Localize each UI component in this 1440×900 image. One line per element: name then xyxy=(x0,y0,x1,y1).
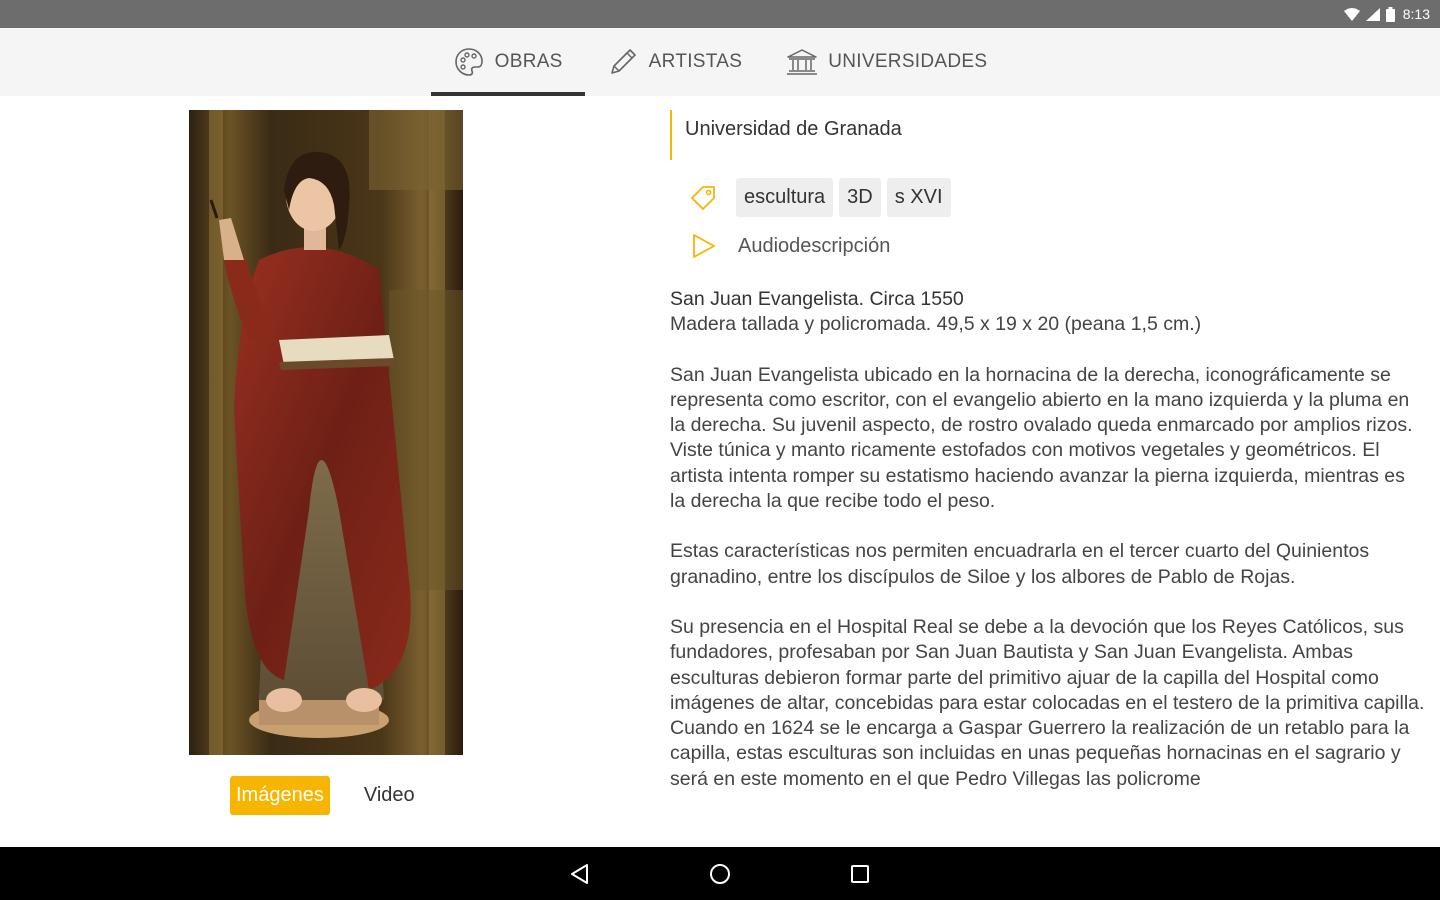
tag-chip[interactable]: s XVI xyxy=(886,178,951,217)
home-icon[interactable] xyxy=(705,859,735,889)
tag-chip[interactable]: escultura xyxy=(736,178,834,217)
battery-icon xyxy=(1385,6,1395,22)
university-building-icon xyxy=(786,46,818,78)
tab-label: OBRAS xyxy=(494,51,563,72)
recents-icon[interactable] xyxy=(845,859,875,889)
tab-label: ARTISTAS xyxy=(648,51,743,72)
top-navigation: OBRAS ARTISTAS UNIVERSIDADES xyxy=(0,28,1440,96)
audio-description-label: Audiodescripción xyxy=(738,234,891,257)
artwork-details: Universidad de Granada escultura 3D s XV… xyxy=(670,110,1430,827)
tab-artistas[interactable]: ARTISTAS xyxy=(585,28,765,96)
audio-description-row[interactable]: Audiodescripción xyxy=(670,231,1430,261)
play-icon xyxy=(688,231,718,261)
media-tab-imagenes[interactable]: Imágenes xyxy=(230,776,330,815)
description-paragraph: Su presencia en el Hospital Real se debe… xyxy=(670,615,1425,790)
tag-icon xyxy=(688,183,718,213)
system-navigation-bar xyxy=(0,847,1440,900)
media-tabs: Imágenes Video xyxy=(230,776,421,815)
back-icon[interactable] xyxy=(565,859,595,889)
tab-obras[interactable]: OBRAS xyxy=(430,28,585,96)
wifi-icon xyxy=(1343,7,1360,21)
signal-icon xyxy=(1365,7,1380,21)
status-bar: 8:13 xyxy=(0,0,1440,28)
university-name[interactable]: Universidad de Granada xyxy=(670,110,1430,160)
artwork-description: San Juan Evangelista. Circa 1550 Madera … xyxy=(670,287,1425,827)
artwork-image[interactable] xyxy=(189,110,463,755)
artwork-title: San Juan Evangelista. Circa 1550 xyxy=(670,288,964,310)
description-paragraph: San Juan Evangelista ubicado en la horna… xyxy=(670,363,1413,513)
media-tab-video[interactable]: Video xyxy=(358,776,421,815)
tab-label: UNIVERSIDADES xyxy=(828,51,988,72)
artwork-picture xyxy=(189,110,463,755)
tags-row: escultura 3D s XVI xyxy=(670,178,1430,217)
artwork-material: Madera tallada y policromada. 49,5 x 19 … xyxy=(670,313,1202,336)
tab-universidades[interactable]: UNIVERSIDADES xyxy=(764,28,1009,96)
palette-icon xyxy=(453,46,485,78)
description-paragraph: Estas características nos permiten encua… xyxy=(670,540,1370,588)
tag-chip[interactable]: 3D xyxy=(839,178,881,217)
status-time: 8:13 xyxy=(1402,6,1430,22)
pencil-icon xyxy=(607,46,639,78)
